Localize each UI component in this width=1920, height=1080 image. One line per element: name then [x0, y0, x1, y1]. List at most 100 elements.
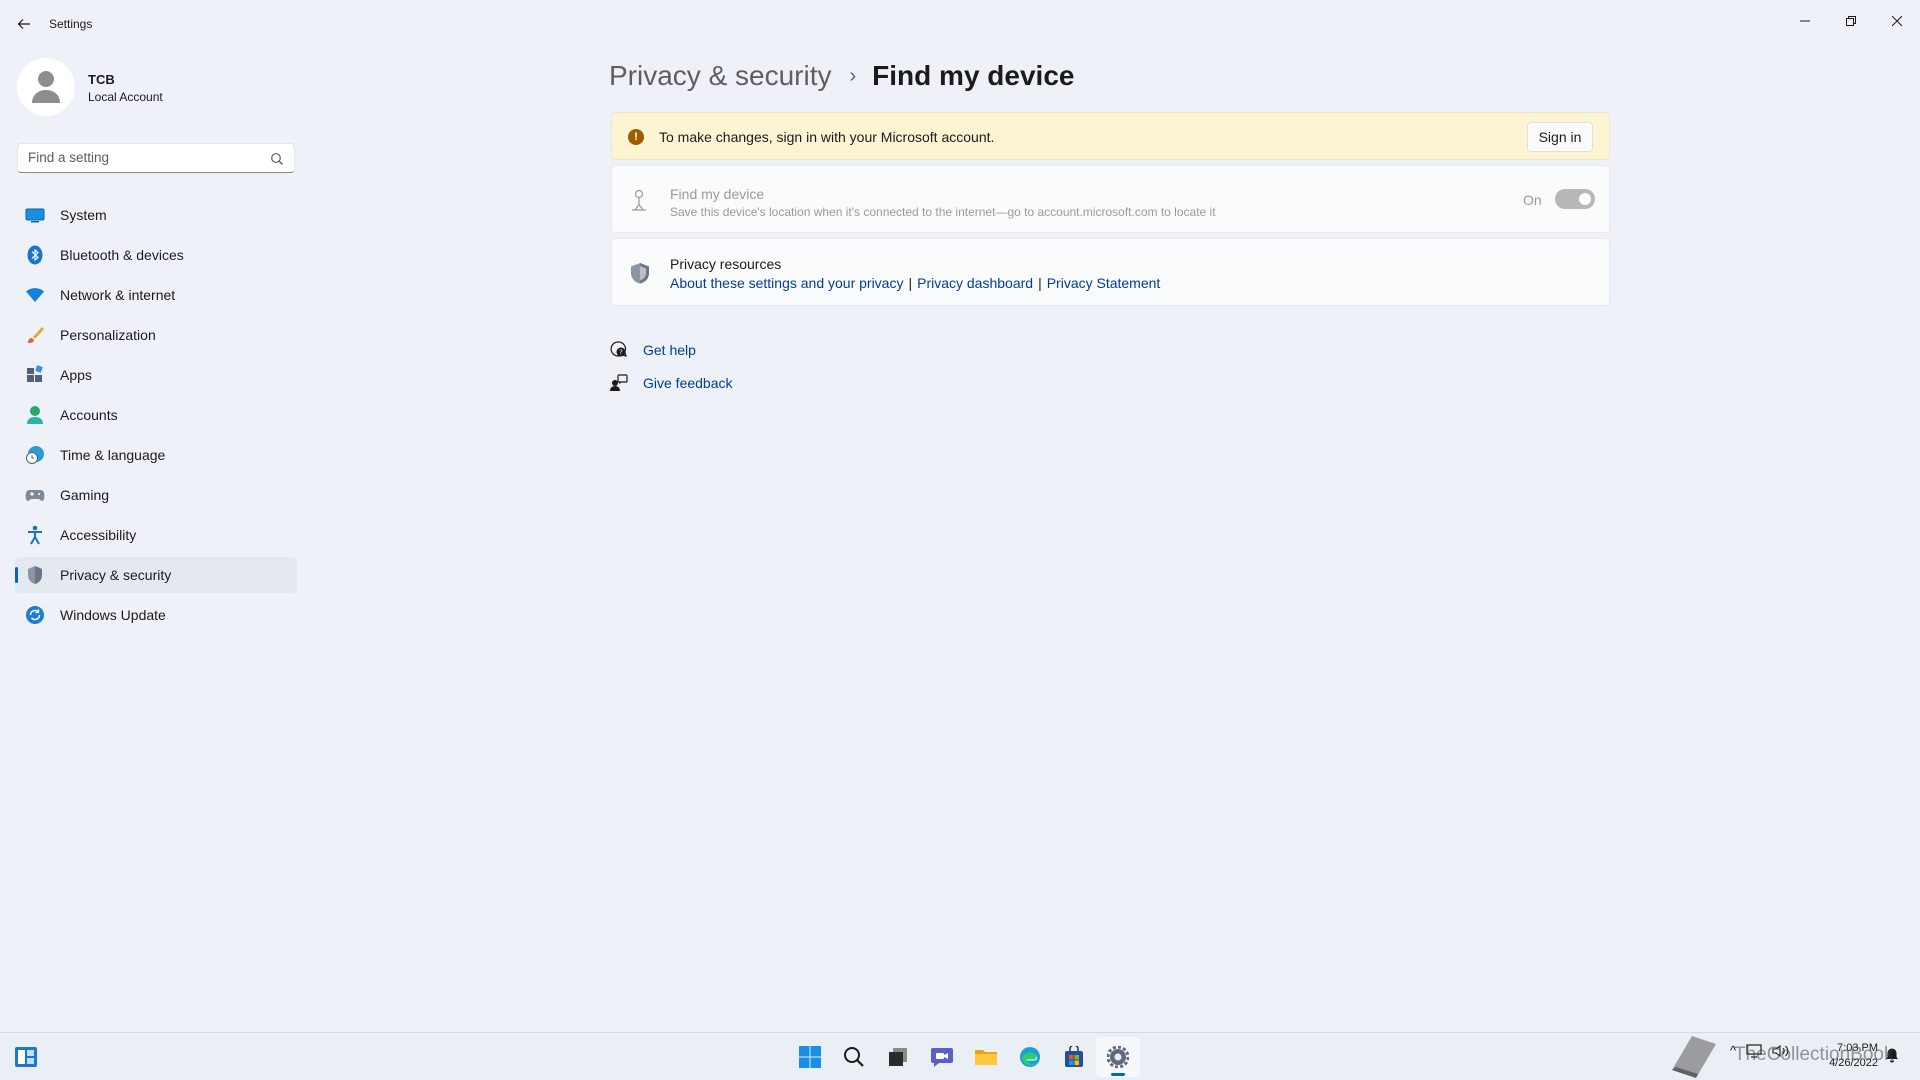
breadcrumb: Privacy & security › Find my device [609, 56, 1074, 96]
privacy-statement-link[interactable]: Privacy Statement [1047, 275, 1161, 291]
sidebar-item-bluetooth[interactable]: Bluetooth & devices [15, 237, 297, 273]
sidebar-item-label: Network & internet [60, 287, 176, 303]
sidebar-item-label: Windows Update [60, 607, 166, 623]
user-avatar-icon [32, 71, 60, 103]
warning-icon: ! [628, 129, 644, 145]
setting-title: Find my device [670, 186, 765, 202]
title-bar: Settings [0, 0, 1920, 48]
privacy-resources-links: About these settings and your privacy | … [670, 275, 1160, 291]
get-help-icon: ? [609, 340, 629, 360]
settings-icon [1107, 1046, 1129, 1068]
sidebar-nav: System Bluetooth & devices Network & int… [15, 197, 297, 637]
avatar [17, 58, 75, 116]
search-icon[interactable] [270, 152, 284, 166]
update-icon [25, 605, 45, 625]
task-view-button[interactable] [876, 1037, 920, 1077]
start-button[interactable] [788, 1037, 832, 1077]
sidebar-item-label: Gaming [60, 487, 110, 503]
taskbar-apps [788, 1037, 1140, 1077]
give-feedback-link[interactable]: Give feedback [643, 375, 733, 391]
sidebar-item-apps[interactable]: Apps [15, 357, 297, 393]
restore-icon [1846, 16, 1856, 26]
back-button[interactable] [12, 12, 36, 36]
sidebar-item-label: System [60, 207, 107, 223]
search-box[interactable] [17, 143, 295, 173]
sidebar-item-privacy-security[interactable]: Privacy & security [15, 557, 297, 593]
restore-button[interactable] [1828, 6, 1874, 36]
settings-button[interactable] [1096, 1037, 1140, 1077]
sidebar-item-label: Accounts [60, 407, 118, 423]
file-explorer-icon [975, 1050, 997, 1065]
location-person-icon [632, 189, 646, 211]
breadcrumb-parent[interactable]: Privacy & security [609, 60, 832, 92]
person-icon [25, 405, 45, 425]
sidebar-item-accounts[interactable]: Accounts [15, 397, 297, 433]
give-feedback-row[interactable]: Give feedback [609, 371, 733, 395]
minimize-icon [1800, 20, 1810, 22]
watermark-text: TheCollectionBook [1734, 1044, 1894, 1065]
user-name: TCB [88, 72, 115, 87]
chat-button[interactable] [920, 1037, 964, 1077]
search-input[interactable] [28, 150, 258, 165]
privacy-resources-title: Privacy resources [670, 256, 782, 272]
setting-description: Save this device's location when it's co… [670, 205, 1216, 219]
find-my-device-card: Find my device Save this device's locati… [611, 165, 1610, 233]
feedback-icon [609, 373, 629, 393]
sidebar-item-label: Bluetooth & devices [60, 247, 184, 263]
chat-icon [931, 1048, 953, 1067]
svg-text:?: ? [619, 349, 623, 357]
breadcrumb-separator: › [849, 64, 857, 87]
link-separator: | [1038, 275, 1042, 291]
link-separator: | [908, 275, 913, 291]
page-title: Find my device [872, 60, 1075, 91]
account-type: Local Account [88, 90, 163, 104]
start-icon [799, 1046, 821, 1068]
get-help-link[interactable]: Get help [643, 342, 696, 358]
sidebar-item-accessibility[interactable]: Accessibility [15, 517, 297, 553]
sidebar-item-label: Time & language [60, 447, 166, 463]
store-button[interactable] [1052, 1037, 1096, 1077]
sidebar-item-windows-update[interactable]: Windows Update [15, 597, 297, 633]
accessibility-icon [25, 525, 45, 545]
shield-icon [631, 263, 649, 284]
file-explorer-button[interactable] [964, 1037, 1008, 1077]
app-title: Settings [49, 17, 93, 31]
edge-icon [1020, 1047, 1040, 1067]
shield-icon [25, 565, 45, 585]
bluetooth-icon [25, 245, 45, 265]
sidebar-item-time-language[interactable]: Time & language [15, 437, 297, 473]
find-my-device-toggle[interactable] [1555, 189, 1595, 209]
sign-in-banner: ! To make changes, sign in with your Mic… [611, 112, 1610, 160]
sidebar-item-personalization[interactable]: Personalization [15, 317, 297, 353]
toggle-knob [1579, 193, 1591, 205]
gamepad-icon [25, 485, 45, 505]
store-icon [1065, 1046, 1083, 1067]
brush-icon [25, 325, 45, 345]
close-button[interactable] [1874, 6, 1920, 36]
taskbar: ^ 7:03 PM 4/26/2022 [0, 1032, 1920, 1080]
edge-button[interactable] [1008, 1037, 1052, 1077]
sidebar-item-label: Apps [60, 367, 92, 383]
task-view-icon [889, 1048, 907, 1066]
about-privacy-link[interactable]: About these settings and your privacy [670, 275, 903, 291]
minimize-button[interactable] [1782, 6, 1828, 36]
back-arrow-icon [17, 19, 30, 29]
apps-icon [25, 365, 45, 385]
toggle-state-label: On [1523, 192, 1542, 208]
get-help-row[interactable]: ? Get help [609, 338, 696, 362]
sidebar-item-network[interactable]: Network & internet [15, 277, 297, 313]
monitor-icon [25, 205, 45, 225]
taskbar-search-button[interactable] [832, 1037, 876, 1077]
sidebar-item-label: Personalization [60, 327, 156, 343]
sidebar-item-gaming[interactable]: Gaming [15, 477, 297, 513]
sign-in-button[interactable]: Sign in [1527, 122, 1593, 152]
widgets-icon[interactable] [14, 1046, 38, 1068]
sidebar-item-label: Privacy & security [60, 567, 172, 583]
privacy-dashboard-link[interactable]: Privacy dashboard [917, 275, 1033, 291]
user-card[interactable]: TCB Local Account [17, 58, 297, 116]
sidebar-item-system[interactable]: System [15, 197, 297, 233]
watermark-book-icon [1672, 1036, 1716, 1078]
sidebar-item-label: Accessibility [60, 527, 137, 543]
wifi-icon [25, 285, 45, 305]
globe-clock-icon [25, 445, 45, 465]
